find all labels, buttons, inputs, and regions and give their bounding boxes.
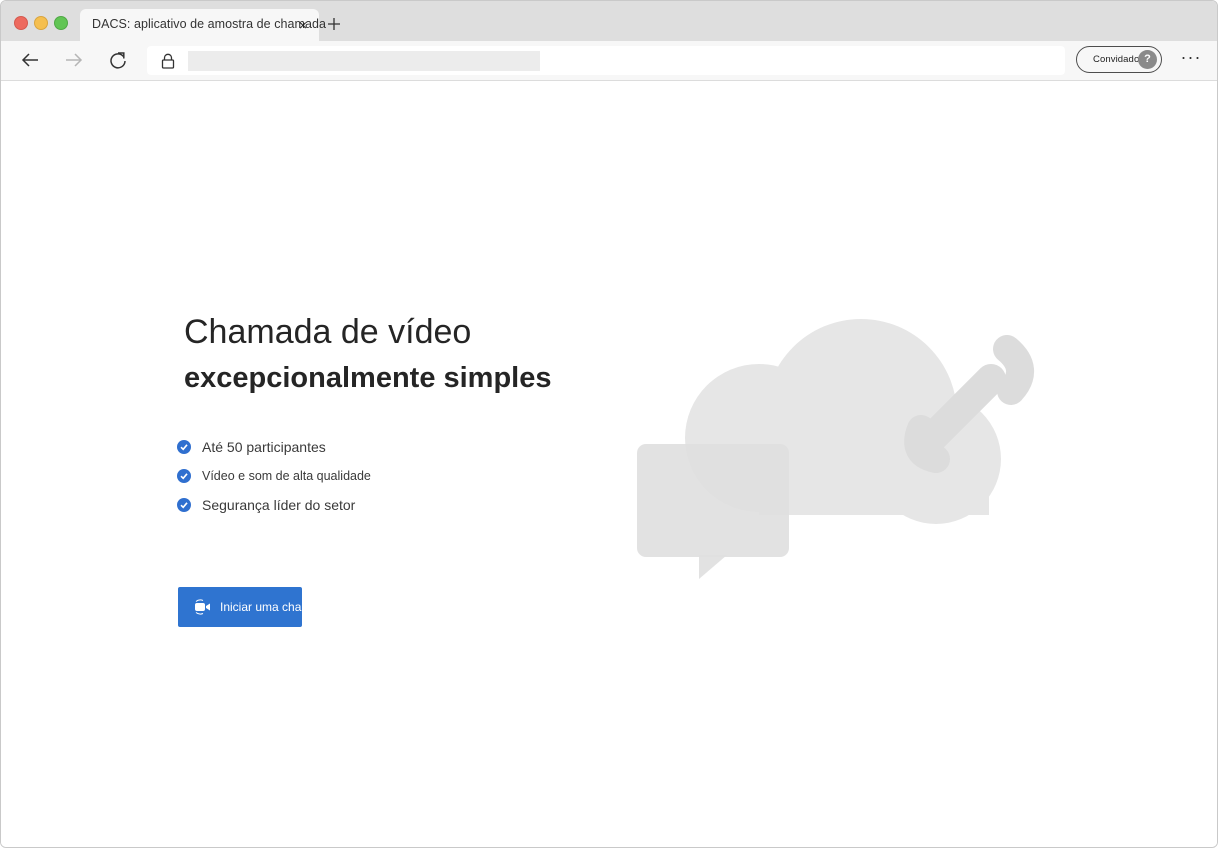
checkmark-circle-icon [177,469,191,483]
close-window-button[interactable] [14,16,28,30]
lock-icon [161,53,175,69]
feature-label: Segurança líder do setor [202,497,356,513]
browser-window: DACS: aplicativo de amostra de chamada × [0,0,1218,848]
arrow-right-icon[interactable] [64,50,84,70]
title-bar: DACS: aplicativo de amostra de chamada × [1,1,1217,41]
new-tab-icon[interactable] [327,17,341,31]
page-subtitle: excepcionalmente simples [184,362,552,394]
page-content: Chamada de vídeo excepcionalmente simple… [1,81,1217,847]
profile-label: Convidado [1093,54,1140,65]
minimize-window-button[interactable] [34,16,48,30]
more-options-icon[interactable]: ··· [1180,48,1202,69]
tab-close-icon[interactable]: × [296,18,310,32]
avatar: ? [1138,50,1157,69]
arrow-left-icon[interactable] [20,50,40,70]
checkmark-circle-icon [177,440,191,454]
reload-icon[interactable] [108,50,128,70]
maximize-window-button[interactable] [54,16,68,30]
url-field[interactable] [188,51,540,71]
start-call-label: Iniciar uma chamada [220,600,332,614]
browser-tab[interactable]: DACS: aplicativo de amostra de chamada × [80,9,326,41]
page-title: Chamada de vídeo [184,313,472,351]
profile-button[interactable]: Convidado ? [1076,46,1162,73]
address-bar[interactable] [147,46,1065,75]
start-call-button[interactable]: Iniciar uma chamada [178,587,331,627]
video-camera-icon [195,599,210,615]
feature-label: Vídeo e som de alta qualidade [202,469,371,483]
checkmark-circle-icon [177,498,191,512]
feature-label: Até 50 participantes [202,439,326,455]
browser-toolbar: Convidado ? ··· [1,41,1217,81]
cloud-call-illustration [637,319,1034,579]
